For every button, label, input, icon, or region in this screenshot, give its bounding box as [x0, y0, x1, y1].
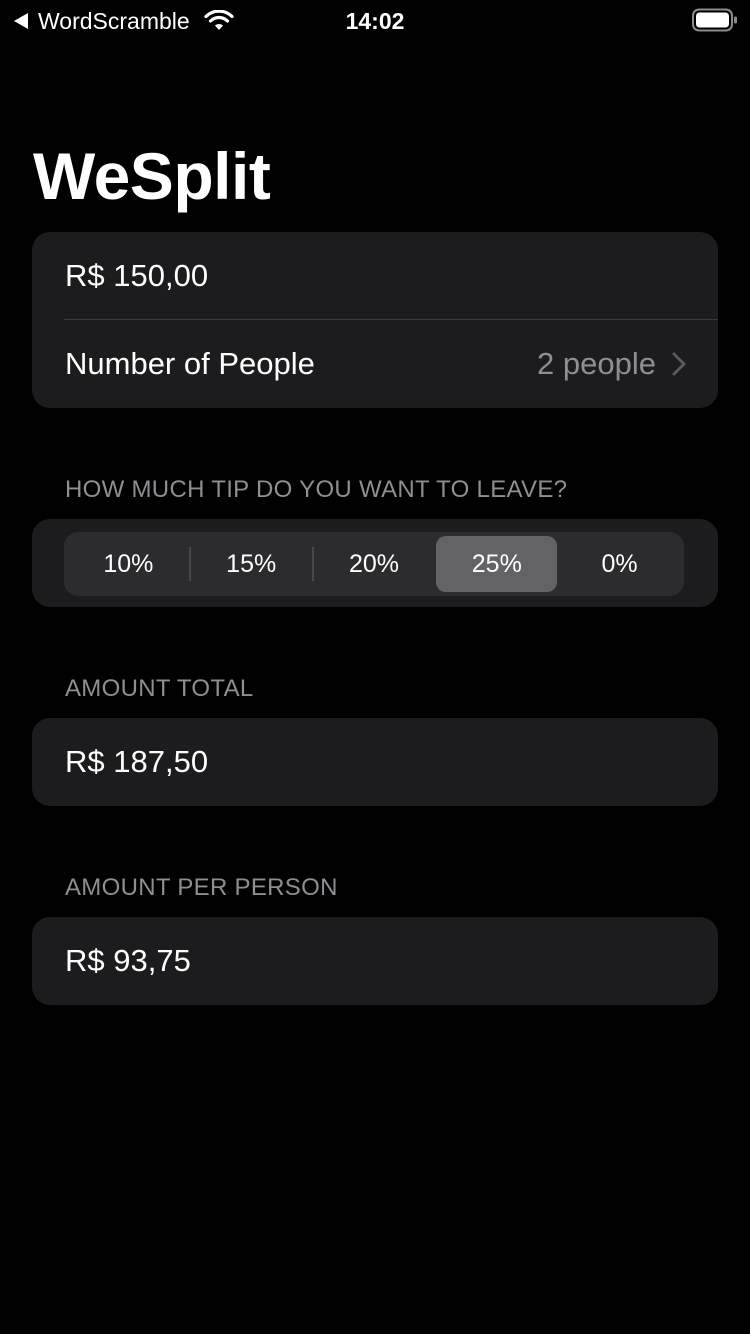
status-time: 14:02: [345, 8, 405, 34]
chevron-right-icon: [672, 352, 686, 376]
tip-segmented-control[interactable]: 10% 15% 20% 25% 0%: [64, 532, 684, 596]
total-row: R$ 187,50: [32, 718, 718, 806]
total-amount-value: R$ 187,50: [65, 744, 209, 779]
tip-option-20[interactable]: 20%: [314, 536, 435, 592]
check-amount-value[interactable]: R$ 150,00: [65, 258, 208, 294]
tip-option-25[interactable]: 25%: [436, 536, 558, 592]
per-person-section-header: AMOUNT PER PERSON: [65, 874, 338, 901]
per-person-group: R$ 93,75: [32, 917, 718, 1005]
per-person-row: R$ 93,75: [32, 917, 718, 1005]
total-group: R$ 187,50: [32, 718, 718, 806]
tip-section-header: HOW MUCH TIP DO YOU WANT TO LEAVE?: [65, 476, 568, 503]
battery-icon: [692, 8, 737, 32]
check-amount-field[interactable]: R$ 150,00: [32, 232, 718, 320]
tip-option-15[interactable]: 15%: [191, 536, 312, 592]
check-input-group: R$ 150,00 Number of People 2 people: [32, 232, 718, 408]
tip-group: 10% 15% 20% 25% 0%: [32, 519, 718, 607]
tip-option-10[interactable]: 10%: [68, 536, 189, 592]
number-of-people-picker[interactable]: Number of People 2 people: [32, 320, 718, 408]
tip-option-0[interactable]: 0%: [559, 536, 680, 592]
total-section-header: AMOUNT TOTAL: [65, 675, 254, 702]
status-bar: WordScramble 14:02: [0, 0, 750, 40]
page-title: WeSplit: [33, 139, 271, 213]
per-person-amount-value: R$ 93,75: [65, 943, 191, 978]
number-of-people-label: Number of People: [65, 346, 315, 381]
number-of-people-value: 2 people: [537, 346, 656, 381]
